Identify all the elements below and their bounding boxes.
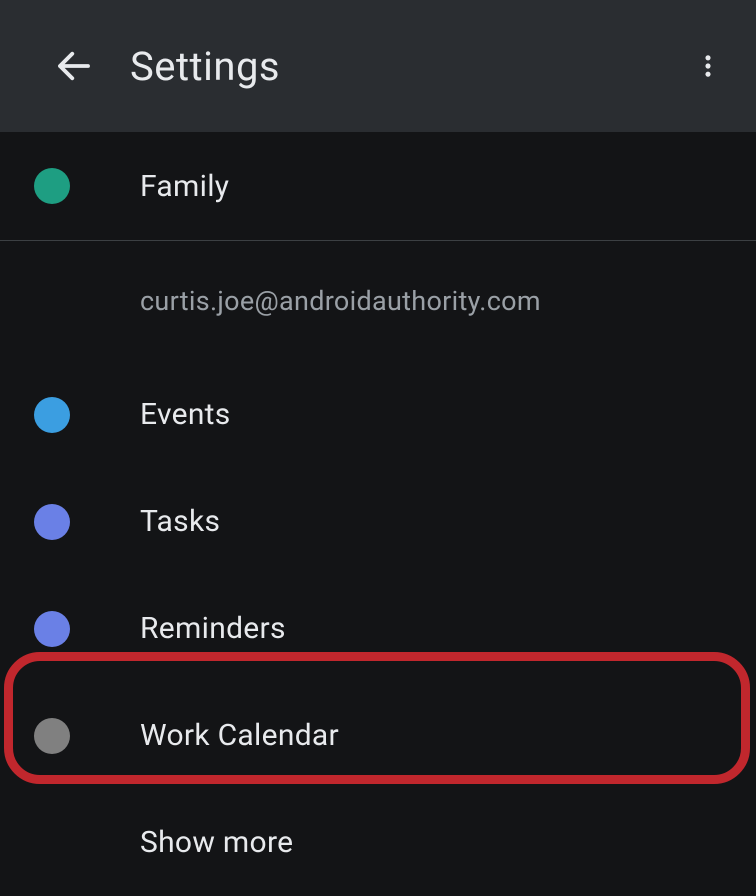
color-indicator (34, 397, 70, 433)
calendar-item-work-calendar[interactable]: Work Calendar (0, 682, 756, 789)
arrow-back-icon (53, 45, 95, 87)
color-indicator (34, 718, 70, 754)
calendar-item-label: Family (140, 169, 229, 204)
more-options-button[interactable] (684, 42, 732, 90)
account-email: curtis.joe@androidauthority.com (0, 241, 756, 361)
show-more-label: Show more (140, 825, 293, 860)
calendar-item-label: Work Calendar (140, 718, 339, 753)
app-header: Settings (0, 0, 756, 132)
calendar-item-label: Events (140, 397, 231, 432)
calendar-item-label: Reminders (140, 611, 286, 646)
page-title: Settings (130, 43, 280, 90)
calendar-item-tasks[interactable]: Tasks (0, 468, 756, 575)
calendar-item-label: Tasks (140, 504, 220, 539)
color-indicator (34, 168, 70, 204)
show-more-button[interactable]: Show more (0, 789, 756, 896)
calendar-item-family[interactable]: Family (0, 132, 756, 240)
more-vert-icon (694, 52, 722, 80)
color-indicator (34, 504, 70, 540)
calendar-item-reminders[interactable]: Reminders (0, 575, 756, 682)
settings-list: Family curtis.joe@androidauthority.com E… (0, 132, 756, 896)
color-indicator (34, 611, 70, 647)
back-button[interactable] (48, 40, 100, 92)
calendar-item-events[interactable]: Events (0, 361, 756, 468)
